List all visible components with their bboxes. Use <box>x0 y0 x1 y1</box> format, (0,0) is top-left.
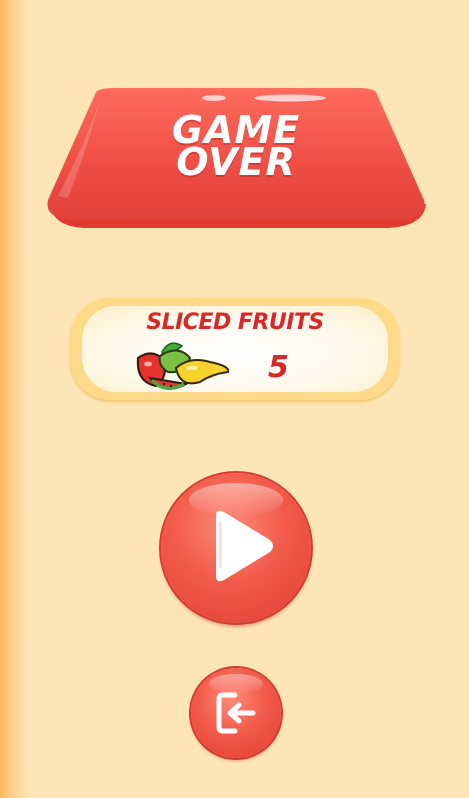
game-over-line2: OVER <box>176 140 296 184</box>
exit-button[interactable] <box>191 668 281 758</box>
play-again-button[interactable] <box>161 473 311 623</box>
game-over-banner: GAME OVER <box>44 86 428 232</box>
exit-icon <box>216 692 256 734</box>
game-over-title: GAME OVER <box>44 111 428 184</box>
sliced-fruits-label: SLICED FRUITS <box>146 310 324 335</box>
play-icon <box>216 510 273 582</box>
sliced-fruits-count: 5 <box>268 350 289 385</box>
fruit-bundle-icon <box>136 342 230 390</box>
left-edge-shading <box>0 0 28 798</box>
score-panel-inner: SLICED FRUITS 5 <box>82 306 388 392</box>
game-over-screen: { "banner": { "line1": "GAME", "line2": … <box>0 0 469 798</box>
score-panel: SLICED FRUITS 5 <box>70 298 400 400</box>
